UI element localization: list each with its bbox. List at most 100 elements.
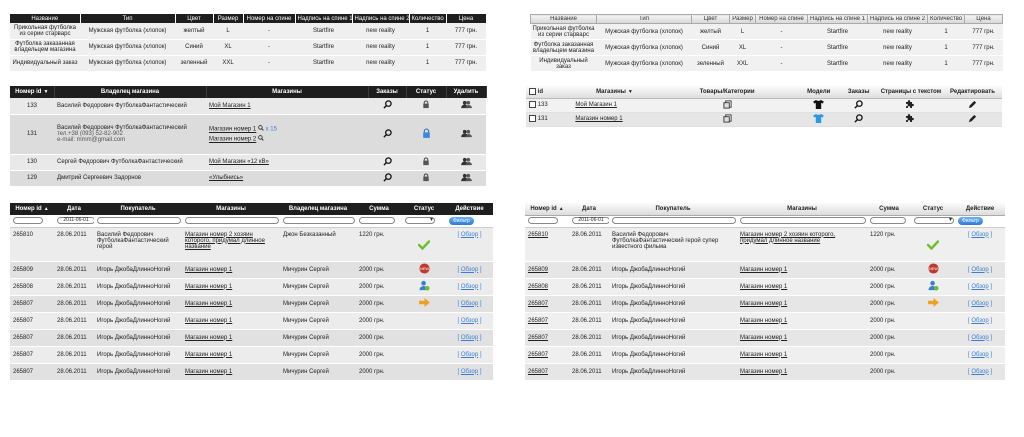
- filter-shop-input[interactable]: [740, 217, 866, 225]
- view-link[interactable]: Обзор: [971, 369, 988, 375]
- view-link[interactable]: Обзор: [461, 318, 478, 324]
- sort-asc-icon[interactable]: ▲: [559, 206, 564, 212]
- order-id[interactable]: 265807: [525, 312, 569, 330]
- shop-link[interactable]: Мой Магазин 1: [575, 102, 617, 108]
- search-icon[interactable]: [854, 113, 863, 125]
- view-link[interactable]: Обзор: [461, 369, 478, 375]
- view-action[interactable]: [ Обзор ]: [955, 363, 1005, 381]
- order-id[interactable]: 265808: [525, 278, 569, 296]
- shop-link[interactable]: Магазин номер 1: [185, 284, 232, 290]
- col-owner[interactable]: Владелец магазина: [280, 203, 356, 215]
- view-action[interactable]: [ Обзор ]: [446, 363, 493, 381]
- order-id[interactable]: 265809: [525, 261, 569, 279]
- shop-link[interactable]: Магазин номер 1: [209, 127, 256, 133]
- filter-status-select[interactable]: [914, 216, 954, 225]
- shop-link[interactable]: Магазин номер 1: [740, 335, 787, 341]
- filter-sum-input[interactable]: [359, 217, 395, 225]
- view-link[interactable]: Обзор: [971, 267, 988, 273]
- view-link[interactable]: Обзор: [461, 267, 478, 273]
- shop-link[interactable]: Магазин номер 1: [740, 267, 787, 273]
- shop-link[interactable]: Магазин номер 2: [209, 137, 256, 143]
- shop-link[interactable]: «Улыбнись»: [209, 175, 243, 181]
- view-action[interactable]: [ Обзор ]: [955, 312, 1005, 330]
- pages-icon[interactable]: [723, 99, 732, 111]
- view-link[interactable]: Обзор: [971, 335, 988, 341]
- view-action[interactable]: [ Обзор ]: [955, 329, 1005, 347]
- filter-buyer-input[interactable]: [97, 217, 181, 225]
- col-shops[interactable]: Магазины ▼: [572, 86, 657, 99]
- view-link[interactable]: Обзор: [971, 232, 988, 238]
- lock-icon[interactable]: [422, 156, 430, 168]
- tshirt-icon[interactable]: [813, 113, 825, 125]
- view-link[interactable]: Обзор: [971, 352, 988, 358]
- search-icon[interactable]: [382, 172, 392, 184]
- shop-link[interactable]: Магазин номер 1: [185, 267, 232, 273]
- shop-link[interactable]: Магазин номер 2 хозяин которого, придума…: [740, 232, 835, 244]
- shop-link[interactable]: Мой Магазин «12 кВ»: [209, 159, 269, 165]
- row-checkbox[interactable]: [529, 115, 536, 123]
- users-icon[interactable]: [460, 129, 472, 140]
- shop-link[interactable]: Магазин номер 2 хозяин которого, придума…: [185, 232, 265, 250]
- col-buyer[interactable]: Покупатель: [94, 203, 182, 215]
- col-shops[interactable]: Магазины: [206, 86, 369, 98]
- col-id[interactable]: id: [526, 86, 573, 99]
- filter-date-input[interactable]: 2011-06-01: [572, 217, 609, 225]
- row-checkbox[interactable]: [529, 101, 536, 109]
- search-icon[interactable]: [258, 125, 264, 133]
- users-icon[interactable]: [460, 100, 472, 111]
- view-action[interactable]: [ Обзор ]: [955, 278, 1005, 296]
- view-action[interactable]: [ Обзор ]: [446, 278, 493, 296]
- col-id[interactable]: Номер id ▲: [525, 203, 569, 216]
- search-icon[interactable]: [258, 135, 264, 143]
- filter-button[interactable]: Фильтр: [449, 216, 474, 225]
- order-id[interactable]: 265807: [525, 329, 569, 347]
- view-action[interactable]: [ Обзор ]: [955, 227, 1005, 262]
- users-icon[interactable]: [460, 157, 472, 168]
- col-id[interactable]: Номер id ▲: [10, 203, 54, 215]
- filter-id-input[interactable]: [13, 217, 43, 225]
- lock-icon[interactable]: [422, 172, 430, 184]
- lock-open-icon[interactable]: [422, 128, 431, 141]
- lock-icon[interactable]: [422, 100, 430, 111]
- order-id[interactable]: 265807: [525, 295, 569, 313]
- sort-asc-icon[interactable]: ▲: [44, 206, 49, 212]
- col-owner[interactable]: Владелец магазина: [54, 86, 207, 98]
- select-all-checkbox[interactable]: [529, 88, 536, 96]
- view-link[interactable]: Обзор: [461, 335, 478, 341]
- puzzle-icon[interactable]: [905, 113, 915, 125]
- filter-sum-input[interactable]: [870, 217, 906, 225]
- shop-link[interactable]: Мой Магазин 1: [209, 103, 251, 109]
- col-status[interactable]: Статус: [402, 203, 446, 215]
- col-sum[interactable]: Сумма: [867, 203, 911, 216]
- shop-link[interactable]: Магазин номер 1: [185, 369, 232, 375]
- col-date[interactable]: Дата: [569, 203, 609, 216]
- pencil-icon[interactable]: [968, 100, 977, 111]
- filter-button[interactable]: Фильтр: [958, 217, 983, 225]
- shop-link[interactable]: Магазин номер 1: [740, 352, 787, 358]
- shop-link[interactable]: Магазин номер 1: [740, 369, 787, 375]
- view-action[interactable]: [ Обзор ]: [955, 295, 1005, 313]
- users-icon[interactable]: [460, 173, 472, 184]
- puzzle-icon[interactable]: [905, 99, 915, 111]
- view-link[interactable]: Обзор: [971, 318, 988, 324]
- filter-owner-input[interactable]: [283, 217, 355, 225]
- filter-shop-input[interactable]: [185, 217, 279, 225]
- search-icon[interactable]: [382, 128, 392, 140]
- shop-link[interactable]: Магазин номер 1: [185, 301, 232, 307]
- view-link[interactable]: Обзор: [461, 301, 478, 307]
- view-action[interactable]: [ Обзор ]: [446, 295, 493, 313]
- filter-id-input[interactable]: [528, 217, 558, 225]
- search-icon[interactable]: [382, 100, 392, 111]
- tshirt-icon[interactable]: [813, 99, 825, 111]
- order-id[interactable]: 265807: [525, 346, 569, 364]
- filter-buyer-input[interactable]: [612, 217, 736, 225]
- col-shops[interactable]: Магазины: [737, 203, 867, 216]
- order-id[interactable]: 265807: [525, 363, 569, 381]
- view-link[interactable]: Обзор: [971, 301, 988, 307]
- search-icon[interactable]: [382, 156, 392, 168]
- filter-date-input[interactable]: 2011-06-01: [57, 217, 94, 225]
- shop-link[interactable]: Магазин номер 1: [185, 352, 232, 358]
- col-id[interactable]: Номер id ▼: [10, 86, 55, 98]
- sort-desc-icon[interactable]: ▼: [43, 89, 48, 95]
- view-link[interactable]: Обзор: [971, 284, 988, 290]
